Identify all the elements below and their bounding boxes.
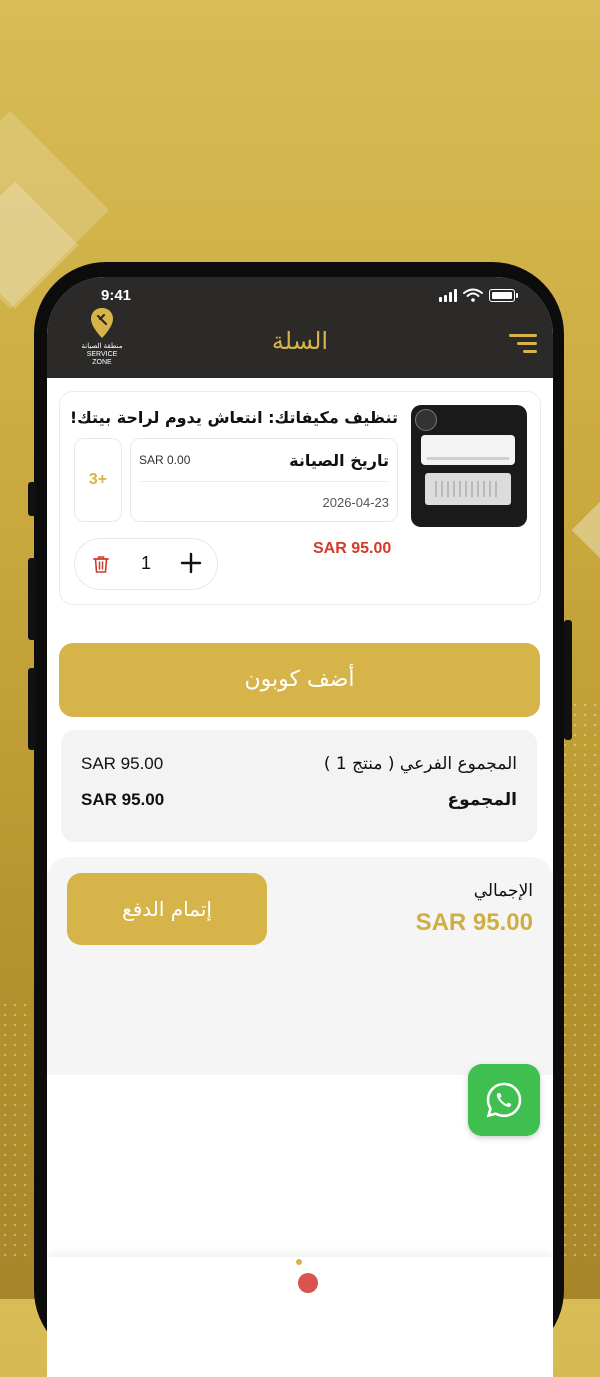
checkout-panel: إتمام الدفع الإجمالي SAR 95.00	[47, 857, 553, 1075]
product-title: تنظيف مكيفاتك: انتعاش يدوم لراحة بيتك!	[69, 408, 398, 427]
subtotal-row: المجموع الفرعي ( منتج 1 ) SAR 95.00	[81, 754, 517, 778]
cart-item-card: تنظيف مكيفاتك: انتعاش يدوم لراحة بيتك! ت…	[59, 391, 541, 605]
wifi-icon	[463, 288, 483, 302]
add-coupon-button[interactable]: أضف كوبون	[59, 643, 540, 717]
phone-side-button	[28, 558, 36, 640]
grand-total-value: SAR 95.00	[415, 909, 533, 936]
background-shape	[571, 501, 600, 559]
plus-icon[interactable]	[179, 551, 203, 575]
whatsapp-button[interactable]	[468, 1064, 540, 1136]
subtotal-value: SAR 95.00	[81, 754, 164, 773]
checkout-button[interactable]: إتمام الدفع	[67, 873, 267, 945]
total-label: المجموع	[447, 790, 517, 810]
active-tab-indicator	[296, 1258, 302, 1265]
status-bar: 9:41	[47, 285, 553, 307]
bottom-navigation	[47, 1257, 553, 1377]
order-summary: المجموع الفرعي ( منتج 1 ) SAR 95.00 المج…	[61, 730, 537, 842]
subtotal-label: المجموع الفرعي ( منتج 1 )	[323, 754, 517, 774]
total-row: المجموع SAR 95.00	[81, 790, 517, 814]
background-dots	[560, 700, 600, 1260]
cart-tab-badge[interactable]	[298, 1273, 318, 1293]
quantity-value: 1	[141, 553, 152, 573]
item-price: SAR 95.00	[313, 540, 392, 557]
grand-total-label: الإجمالي	[473, 881, 533, 901]
quantity-stepper: 1	[74, 538, 218, 590]
maintenance-date-box[interactable]: تاريخ الصيانة SAR 0.00 2026-04-23	[130, 438, 398, 522]
app-header: 9:41 منطقة الصيانة SERVICE ZONE السلة	[47, 277, 553, 378]
trash-icon[interactable]	[91, 554, 111, 574]
maintenance-date-label: تاريخ الصيانة	[289, 451, 389, 470]
page-title: السلة	[271, 327, 329, 355]
status-icons	[439, 288, 518, 302]
menu-icon[interactable]	[509, 332, 537, 354]
maintenance-date-value: 2026-04-23	[322, 495, 390, 510]
whatsapp-icon	[486, 1082, 522, 1118]
app-screen: 9:41 منطقة الصيانة SERVICE ZONE السلة تن…	[47, 277, 553, 1377]
total-value: SAR 95.00	[81, 790, 165, 809]
more-options-button[interactable]: 3+	[74, 438, 122, 522]
product-image[interactable]	[411, 405, 527, 527]
battery-icon	[489, 288, 518, 302]
phone-side-button	[28, 668, 36, 750]
duct-unit-graphic	[425, 473, 511, 505]
status-time: 9:41	[101, 287, 132, 304]
ac-unit-graphic	[421, 435, 515, 465]
divider	[139, 481, 389, 482]
maintenance-date-price: SAR 0.00	[139, 453, 191, 467]
signal-icon	[439, 288, 457, 302]
phone-side-button	[564, 620, 572, 740]
product-brand-badge	[415, 409, 437, 431]
phone-side-button	[28, 482, 36, 516]
